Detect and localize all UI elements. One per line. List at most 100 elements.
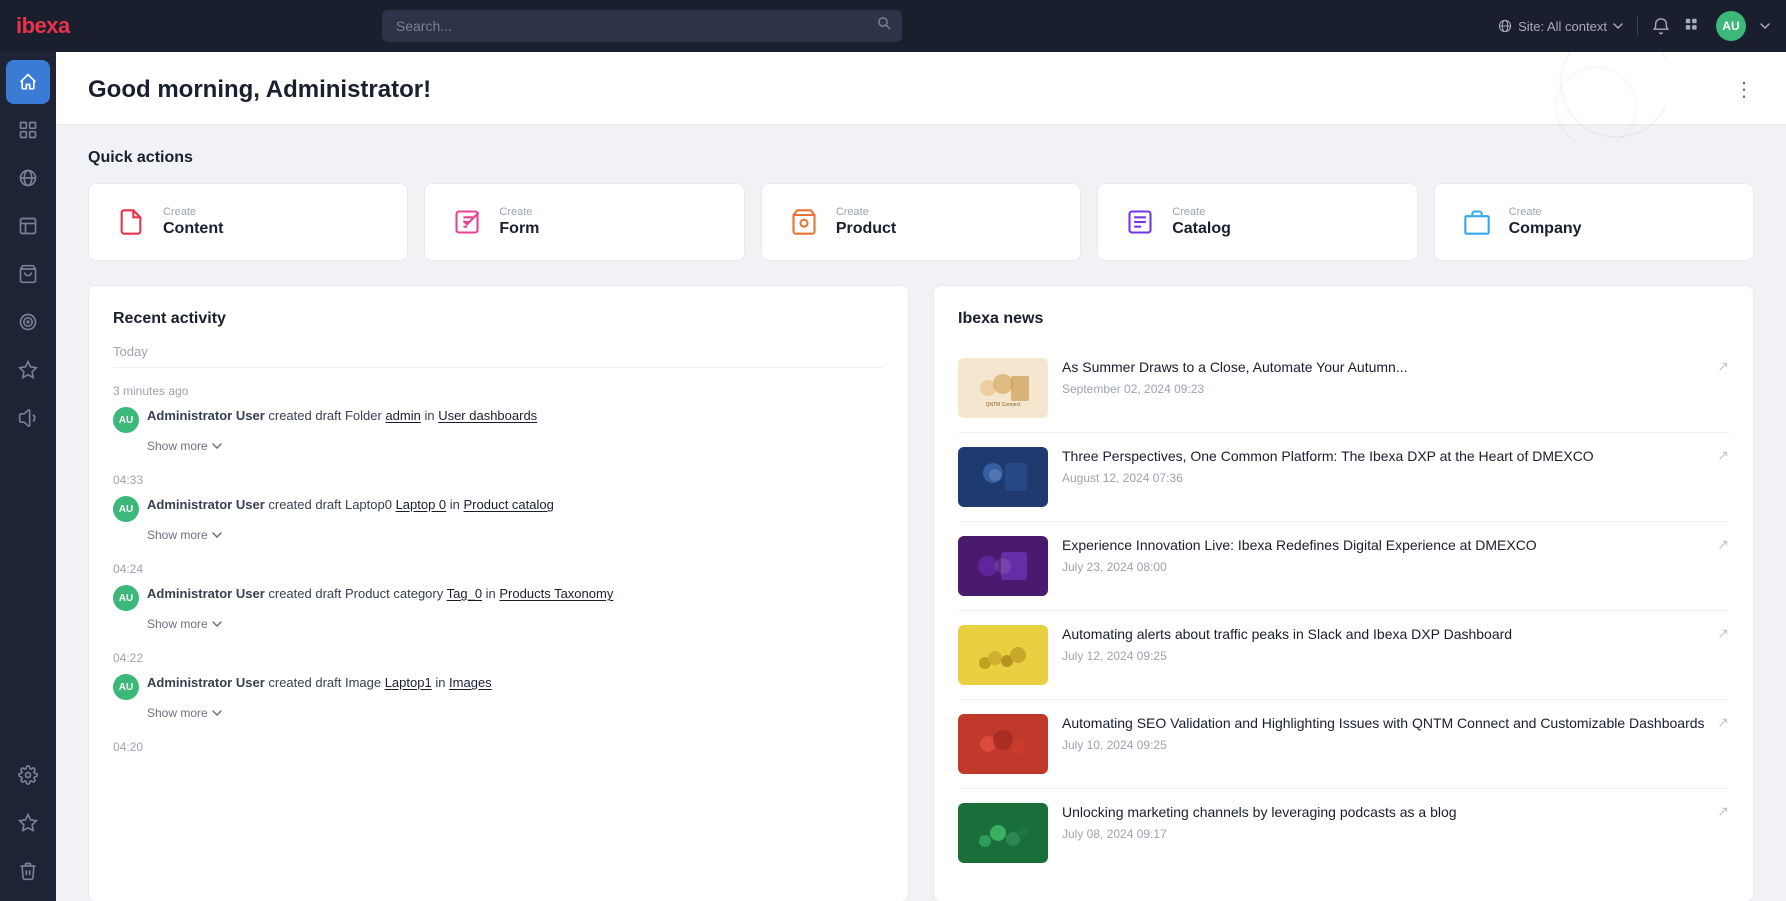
quick-action-form[interactable]: Create Form [424,183,744,261]
app-logo[interactable]: ibexa [16,13,70,39]
sidebar-item-dashboard[interactable] [6,108,50,152]
notifications-button[interactable] [1652,17,1670,35]
news-date-1: September 02, 2024 09:23 [1062,382,1729,396]
news-title-1: As Summer Draws to a Close, Automate You… [1062,358,1729,378]
activity-avatar-3: AU [113,585,139,611]
form-icon [449,204,485,240]
topnav-right: Site: All context AU [1498,11,1770,41]
search-input[interactable] [382,10,902,42]
show-more-2[interactable]: Show more [147,528,884,542]
more-options-button[interactable]: ⋮ [1734,80,1754,100]
news-item-5: Automating SEO Validation and Highlighti… [958,700,1729,789]
activity-item-5: 04:20 [113,740,884,754]
activity-text-3: Administrator User created draft Product… [147,584,613,604]
svg-text:QNTM Connect: QNTM Connect [986,402,1021,408]
show-more-1[interactable]: Show more [147,439,884,453]
qa-main-label-content: Content [163,220,223,238]
news-title-5: Automating SEO Validation and Highlighti… [1062,714,1729,734]
news-item-3: Experience Innovation Live: Ibexa Redefi… [958,522,1729,611]
sidebar-item-home[interactable] [6,60,50,104]
qa-create-label-form: Create [499,206,539,218]
search-bar [382,10,902,42]
activity-time-4: 04:22 [113,651,884,665]
company-icon [1459,204,1495,240]
news-title-4: Automating alerts about traffic peaks in… [1062,625,1729,645]
activity-text-1: Administrator User created draft Folder … [147,406,537,426]
show-more-3[interactable]: Show more [147,617,884,631]
qa-main-label-catalog: Catalog [1172,220,1231,238]
content-grid: Recent activity Today 3 minutes ago AU A… [56,261,1786,901]
activity-time-5: 04:20 [113,740,884,754]
quick-action-content[interactable]: Create Content [88,183,408,261]
apps-button[interactable] [1684,17,1702,35]
news-thumb-5 [958,714,1048,774]
news-title-6: Unlocking marketing channels by leveragi… [1062,803,1729,823]
sidebar-item-globe[interactable] [6,156,50,200]
avatar[interactable]: AU [1716,11,1746,41]
recent-activity-card: Recent activity Today 3 minutes ago AU A… [88,285,909,901]
qa-create-label-company: Create [1509,206,1582,218]
activity-time-1: 3 minutes ago [113,384,884,398]
app-body: Good morning, Administrator! ⋮ Quick act… [0,52,1786,901]
activity-link-product-catalog[interactable]: Product catalog [464,497,554,512]
activity-item-3: 04:24 AU Administrator User created draf… [113,562,884,631]
activity-date: Today [113,344,884,368]
qa-create-label-content: Create [163,206,223,218]
news-link-icon-5[interactable]: ↗ [1717,714,1729,731]
sidebar-item-trash[interactable] [6,849,50,893]
sidebar-item-badge[interactable] [6,348,50,392]
activity-link-laptop0[interactable]: Laptop 0 [396,497,447,512]
news-thumb-3 [958,536,1048,596]
sidebar-item-cart[interactable] [6,252,50,296]
quick-action-catalog[interactable]: Create Catalog [1097,183,1417,261]
activity-time-3: 04:24 [113,562,884,576]
activity-link-products-taxonomy[interactable]: Products Taxonomy [499,586,613,601]
activity-item-2: 04:33 AU Administrator User created draf… [113,473,884,542]
activity-time-2: 04:33 [113,473,884,487]
quick-actions-grid: Create Content Create Form [88,183,1754,261]
news-title-3: Experience Innovation Live: Ibexa Redefi… [1062,536,1729,556]
quick-actions-title: Quick actions [88,149,1754,167]
activity-avatar-4: AU [113,674,139,700]
sidebar-item-megaphone[interactable] [6,396,50,440]
news-thumb-4 [958,625,1048,685]
sidebar [0,52,56,901]
activity-text-4: Administrator User created draft Image L… [147,673,492,693]
product-icon [786,204,822,240]
news-link-icon-2[interactable]: ↗ [1717,447,1729,464]
news-link-icon-3[interactable]: ↗ [1717,536,1729,553]
news-link-icon-6[interactable]: ↗ [1717,803,1729,820]
sidebar-item-target[interactable] [6,300,50,344]
activity-link-images[interactable]: Images [449,675,492,690]
activity-link-tag0[interactable]: Tag_0 [447,586,482,601]
news-title-2: Three Perspectives, One Common Platform:… [1062,447,1729,467]
activity-avatar-2: AU [113,496,139,522]
news-date-5: July 10, 2024 09:25 [1062,738,1729,752]
site-context-label: Site: All context [1518,19,1607,34]
qa-main-label-product: Product [836,220,896,238]
activity-link-admin[interactable]: admin [385,408,420,423]
news-date-3: July 23, 2024 08:00 [1062,560,1729,574]
activity-link-user-dashboards[interactable]: User dashboards [438,408,537,423]
sidebar-item-star[interactable] [6,801,50,845]
site-context[interactable]: Site: All context [1498,19,1623,34]
sidebar-item-structure[interactable] [6,204,50,248]
news-link-icon-4[interactable]: ↗ [1717,625,1729,642]
news-item-1: QNTM Connect As Summer Draws to a Close,… [958,344,1729,433]
recent-activity-title: Recent activity [113,310,884,328]
news-link-icon-1[interactable]: ↗ [1717,358,1729,375]
activity-item-4: 04:22 AU Administrator User created draf… [113,651,884,720]
quick-action-company[interactable]: Create Company [1434,183,1754,261]
news-item-6: Unlocking marketing channels by leveragi… [958,789,1729,877]
news-item-4: Automating alerts about traffic peaks in… [958,611,1729,700]
news-date-2: August 12, 2024 07:36 [1062,471,1729,485]
news-thumb-6 [958,803,1048,863]
sidebar-item-settings[interactable] [6,753,50,797]
activity-link-laptop1[interactable]: Laptop1 [385,675,432,690]
qa-main-label-company: Company [1509,220,1582,238]
header-decoration [1466,52,1666,147]
activity-text-2: Administrator User created draft Laptop0… [147,495,554,515]
quick-action-product[interactable]: Create Product [761,183,1081,261]
show-more-4[interactable]: Show more [147,706,884,720]
top-navigation: ibexa Site: All context AU [0,0,1786,52]
